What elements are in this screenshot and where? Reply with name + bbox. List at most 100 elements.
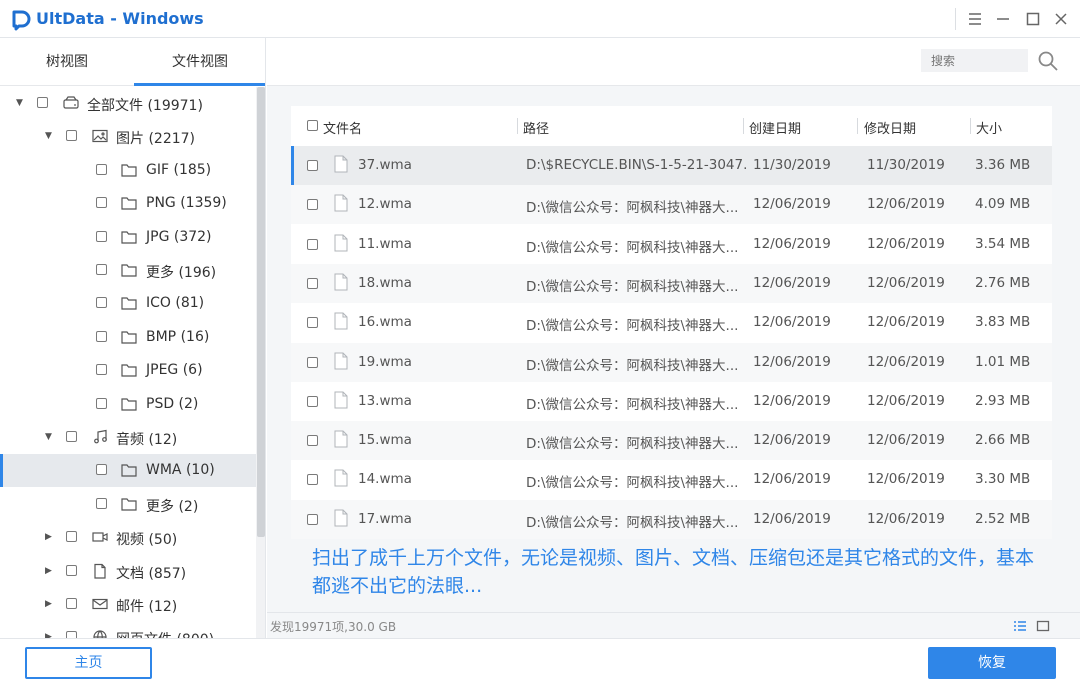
collapse-arrow-icon[interactable]: ▼ xyxy=(45,431,55,443)
tree-node[interactable]: BMP (16) xyxy=(0,321,256,354)
search-input[interactable] xyxy=(921,49,1028,72)
tree-node-checkbox[interactable] xyxy=(66,531,77,543)
tree-node[interactable]: ▶ 网页文件 (800) xyxy=(0,621,256,638)
tree-node[interactable]: JPEG (6) xyxy=(0,354,256,387)
expand-arrow-icon[interactable]: ▶ xyxy=(45,631,55,638)
column-header-size[interactable]: 大小 xyxy=(976,118,1002,137)
tree-node-checkbox[interactable] xyxy=(66,598,77,609)
table-row[interactable]: 17.wma D:\微信公众号：阿枫科技\神器大... 12/06/2019 12/0… xyxy=(291,499,1052,539)
row-checkbox[interactable] xyxy=(307,435,318,447)
sidebar-scrollbar-thumb[interactable] xyxy=(257,87,265,537)
minimize-icon[interactable] xyxy=(988,4,1018,34)
tree-node[interactable]: ▼ 图片 (2217) xyxy=(0,120,256,153)
tree-node[interactable]: ▼ 全部文件 (19971) xyxy=(0,87,256,120)
column-header-modified[interactable]: 修改日期 xyxy=(864,118,916,137)
expand-arrow-icon[interactable]: ▶ xyxy=(45,565,55,577)
cell-name: 15.wma xyxy=(358,432,412,449)
tree-node-checkbox[interactable] xyxy=(96,330,107,342)
tree-node-label: 视频 (50) xyxy=(116,532,178,549)
tree-node[interactable]: 更多 (2) xyxy=(0,488,256,521)
tree-node-checkbox[interactable] xyxy=(96,230,107,242)
row-checkbox[interactable] xyxy=(307,238,318,250)
home-button[interactable]: 主页 xyxy=(25,647,152,679)
row-checkbox[interactable] xyxy=(307,474,318,486)
tree-node-checkbox[interactable] xyxy=(96,464,107,476)
table-row[interactable]: 18.wma D:\微信公众号：阿枫科技\神器大... 12/06/2019 12/0… xyxy=(291,263,1052,303)
tree-node-checkbox[interactable] xyxy=(96,364,107,376)
search-icon[interactable] xyxy=(1037,50,1059,72)
tree-node-checkbox[interactable] xyxy=(66,564,77,576)
tree-node[interactable]: PSD (2) xyxy=(0,388,256,421)
select-all-checkbox[interactable] xyxy=(307,120,318,131)
row-checkbox[interactable] xyxy=(307,513,318,525)
tree-node-checkbox[interactable] xyxy=(66,631,77,638)
tree-node[interactable]: ▶ 文档 (857) xyxy=(0,555,256,588)
tree-node[interactable]: 更多 (196) xyxy=(0,254,256,287)
table-row[interactable]: 13.wma D:\微信公众号：阿枫科技\神器大... 12/06/2019 12/0… xyxy=(291,382,1052,421)
tree-node-checkbox[interactable] xyxy=(96,264,107,275)
column-header-name[interactable]: 文件名 xyxy=(323,118,362,137)
tree-node-checkbox[interactable] xyxy=(96,297,107,309)
tree-node-checkbox[interactable] xyxy=(96,497,107,509)
cell-modified: 12/06/2019 xyxy=(867,471,945,488)
tree-node-checkbox[interactable] xyxy=(66,130,77,142)
tree-node-label: 图片 (2217) xyxy=(116,131,196,148)
column-header-created[interactable]: 创建日期 xyxy=(749,118,801,137)
cell-path: D:\微信公众号：阿枫科技\神器大... xyxy=(526,436,739,453)
row-checkbox[interactable] xyxy=(307,395,318,407)
row-checkbox[interactable] xyxy=(307,356,318,368)
cell-path: D:\$RECYCLE.BIN\S-1-5-21-3047... xyxy=(526,157,748,173)
list-view-icon[interactable] xyxy=(1013,619,1027,633)
search-strip xyxy=(267,38,1080,86)
table-row[interactable]: 14.wma D:\微信公众号：阿枫科技\神器大... 12/06/2019 12/0… xyxy=(291,460,1052,499)
folder-icon xyxy=(120,162,138,178)
table-row[interactable]: 11.wma D:\微信公众号：阿枫科技\神器大... 12/06/2019 12/0… xyxy=(291,225,1052,264)
cell-path: D:\微信公众号：阿枫科技\神器大... xyxy=(526,318,739,335)
tree-node[interactable]: PNG (1359) xyxy=(0,187,256,220)
table-row[interactable]: 19.wma D:\微信公众号：阿枫科技\神器大... 12/06/2019 12/0… xyxy=(291,342,1052,382)
row-checkbox[interactable] xyxy=(307,317,318,329)
tree-node-checkbox[interactable] xyxy=(96,197,107,209)
collapse-arrow-icon[interactable]: ▼ xyxy=(16,97,26,109)
table-row[interactable]: 12.wma D:\微信公众号：阿枫科技\神器大... 12/06/2019 12/0… xyxy=(291,185,1052,225)
row-checkbox[interactable] xyxy=(307,199,318,211)
main-panel: 文件名 路径 创建日期 修改日期 大小 37.wma D:\$RECYCLE.BI… xyxy=(267,38,1080,638)
expand-arrow-icon[interactable]: ▶ xyxy=(45,531,55,543)
row-checkbox[interactable] xyxy=(307,160,318,171)
close-icon[interactable] xyxy=(1046,4,1076,34)
tree-node[interactable]: ▼ 音频 (12) xyxy=(0,421,256,454)
tree-node-checkbox[interactable] xyxy=(96,163,107,175)
recover-button[interactable]: 恢复 xyxy=(928,647,1056,679)
tree-node[interactable]: WMA (10) xyxy=(0,454,256,488)
tree-node-checkbox[interactable] xyxy=(96,397,107,409)
column-header-path[interactable]: 路径 xyxy=(523,118,549,137)
tree-node-checkbox[interactable] xyxy=(66,431,77,442)
cell-created: 11/30/2019 xyxy=(753,157,831,173)
table-row[interactable]: 15.wma D:\微信公众号：阿枫科技\神器大... 12/06/2019 12/0… xyxy=(291,421,1052,461)
cell-path: D:\微信公众号：阿枫科技\神器大... xyxy=(526,357,739,374)
expand-arrow-icon[interactable]: ▶ xyxy=(45,598,55,610)
file-icon xyxy=(334,155,348,173)
tree-node[interactable]: ICO (81) xyxy=(0,287,256,320)
cell-name: 16.wma xyxy=(358,314,412,331)
cell-created: 12/06/2019 xyxy=(753,432,831,449)
thumbnail-view-icon[interactable] xyxy=(1036,619,1050,633)
maximize-icon[interactable] xyxy=(1018,4,1048,34)
collapse-arrow-icon[interactable]: ▼ xyxy=(45,130,55,142)
folder-icon xyxy=(120,262,138,278)
file-icon xyxy=(334,352,348,369)
folder-icon xyxy=(120,396,138,412)
sidebar-scrollbar[interactable] xyxy=(256,87,265,638)
tab-tree-view[interactable]: 树视图 xyxy=(0,38,134,86)
tree-node[interactable]: JPG (372) xyxy=(0,221,256,254)
tree-node[interactable]: ▶ 邮件 (12) xyxy=(0,588,256,621)
row-checkbox[interactable] xyxy=(307,277,318,289)
table-row[interactable]: 16.wma D:\微信公众号：阿枫科技\神器大... 12/06/2019 12/0… xyxy=(291,303,1052,342)
menu-icon[interactable] xyxy=(960,4,990,34)
tree-node-checkbox[interactable] xyxy=(37,97,48,108)
folder-icon xyxy=(120,462,138,478)
tab-file-view[interactable]: 文件视图 xyxy=(134,38,265,86)
tree-node[interactable]: GIF (185) xyxy=(0,154,256,187)
tree-node[interactable]: ▶ 视频 (50) xyxy=(0,521,256,554)
table-row[interactable]: 37.wma D:\$RECYCLE.BIN\S-1-5-21-3047... 11… xyxy=(291,146,1052,185)
